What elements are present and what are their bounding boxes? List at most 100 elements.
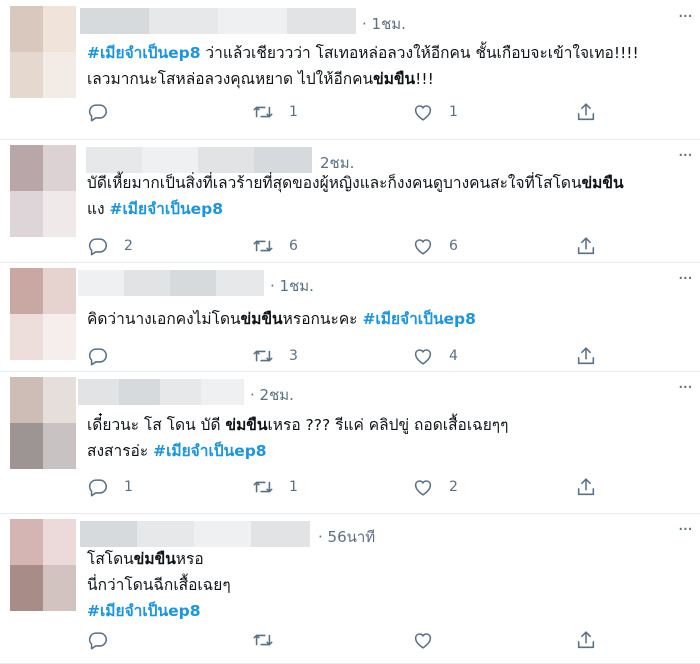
tweet-actions: 34	[87, 344, 597, 368]
username-redacted-block	[80, 521, 137, 547]
tweet-text-line: นี่กว่าโดนฉีกเสื้อเฉยๆ	[87, 572, 231, 598]
username-redacted-block	[149, 8, 218, 34]
retweet-button[interactable]: 1	[252, 100, 298, 124]
username-redacted-block	[160, 379, 201, 405]
username-redacted[interactable]	[78, 379, 244, 405]
tweet-text: คิดว่านางเอกคงไม่โดนข่มขืนหรอกนะคะ #เมีย…	[87, 306, 476, 332]
username-redacted[interactable]	[80, 8, 356, 34]
avatar[interactable]	[10, 145, 76, 237]
username-redacted[interactable]	[80, 521, 310, 547]
username-redacted[interactable]	[78, 270, 264, 296]
avatar-pixel	[43, 565, 76, 611]
tweet-text-line: เลวมากนะโสหล่อลวงคุณหยาด ไปให้อีกคนข่มขื…	[87, 66, 639, 92]
like-button[interactable]: 1	[412, 100, 458, 124]
retweet-icon	[252, 476, 274, 498]
hashtag-link[interactable]: #เมียจำเป็นep8	[87, 602, 201, 620]
reply-count: 2	[124, 238, 133, 254]
like-icon	[412, 629, 434, 651]
hashtag-link[interactable]: #เมียจำเป็นep8	[362, 310, 476, 328]
tweet[interactable]: 2ชม. ··· บัดีเหี้ยมากเป็นสิ่งที่เลวร้ายที่…	[0, 139, 700, 263]
reply-button[interactable]: 2	[87, 234, 133, 258]
avatar-pixel	[10, 423, 43, 469]
avatar[interactable]	[10, 377, 76, 469]
tweet-text: #เมียจำเป็นep8 ว่าแล้วเชียววว่า โสเทอหล่…	[87, 40, 639, 92]
more-options-icon[interactable]: ···	[678, 145, 693, 166]
tweet-actions	[87, 628, 597, 652]
retweet-icon	[252, 101, 274, 123]
more-options-icon[interactable]: ···	[678, 268, 693, 289]
avatar[interactable]	[10, 268, 76, 360]
avatar-pixel	[43, 314, 76, 360]
username-redacted-block	[218, 8, 287, 34]
retweet-button[interactable]: 3	[252, 344, 298, 368]
tweet-timestamp[interactable]: · 2ชม.	[250, 383, 294, 407]
avatar-pixel	[43, 6, 76, 52]
like-button[interactable]: 2	[412, 475, 458, 499]
share-icon	[575, 629, 597, 651]
like-count: 4	[449, 348, 458, 364]
highlighted-keyword: ข่มขืน	[373, 70, 416, 88]
reply-button[interactable]	[87, 100, 124, 124]
reply-button[interactable]	[87, 628, 124, 652]
text-segment: โสโดน	[87, 550, 134, 568]
text-segment: แง	[87, 200, 110, 218]
avatar-pixel	[10, 268, 43, 314]
avatar-pixel	[43, 52, 76, 98]
retweet-button[interactable]: 1	[252, 475, 298, 499]
tweet-timestamp[interactable]: · 1ชม.	[362, 12, 406, 36]
reply-button[interactable]	[87, 344, 124, 368]
share-button[interactable]	[575, 234, 597, 258]
tweet-text-line: โสโดนข่มขืนหรอ	[87, 546, 231, 572]
more-options-icon[interactable]: ···	[678, 377, 693, 398]
retweet-button[interactable]: 6	[252, 234, 298, 258]
share-button[interactable]	[575, 628, 597, 652]
share-button[interactable]	[575, 475, 597, 499]
tweet-timestamp[interactable]: · 56นาที	[318, 525, 375, 549]
tweet-text-line: บัดีเหี้ยมากเป็นสิ่งที่เลวร้ายที่สุดของผ…	[87, 170, 624, 196]
text-segment: เลวมากนะโสหล่อลวงคุณหยาด ไปให้อีกคน	[87, 70, 374, 88]
avatar-pixel	[43, 191, 76, 237]
highlighted-keyword: ข่มขืน	[581, 174, 624, 192]
tweet[interactable]: · 2ชม. ··· เดี๋ยวนะ โส โดน บัดี ข่มขืนเหรอ…	[0, 371, 700, 514]
highlighted-keyword: ข่มขืน	[240, 310, 283, 328]
tweet[interactable]: · 1ชม. ··· #เมียจำเป็นep8 ว่าแล้วเชียววว่า…	[0, 0, 700, 140]
hashtag-link[interactable]: #เมียจำเป็นep8	[110, 200, 224, 218]
username-redacted-block	[170, 270, 216, 296]
tweet-timestamp[interactable]: · 1ชม.	[270, 274, 314, 298]
text-segment: สงสารอ่ะ	[87, 442, 154, 460]
avatar[interactable]	[10, 519, 76, 611]
hashtag-link[interactable]: #เมียจำเป็นep8	[87, 44, 201, 62]
username-redacted-block	[251, 521, 310, 547]
retweet-count: 3	[289, 348, 298, 364]
like-button[interactable]: 6	[412, 234, 458, 258]
tweet[interactable]: · 56นาที ··· โสโดนข่มขืนหรอ นี่กว่าโดนฉีกเส…	[0, 513, 700, 664]
username-redacted-block	[78, 270, 124, 296]
avatar[interactable]	[10, 6, 76, 98]
avatar-pixel	[10, 565, 43, 611]
share-button[interactable]	[575, 344, 597, 368]
like-button[interactable]	[412, 628, 449, 652]
more-options-icon[interactable]: ···	[678, 519, 693, 540]
retweet-button[interactable]	[252, 628, 289, 652]
username-redacted-block	[194, 521, 251, 547]
like-count: 1	[449, 104, 458, 120]
reply-icon	[87, 476, 109, 498]
like-button[interactable]: 4	[412, 344, 458, 368]
tweet-actions: 2 6 6	[87, 234, 597, 258]
tweet-text-line: #เมียจำเป็นep8 ว่าแล้วเชียววว่า โสเทอหล่…	[87, 40, 639, 66]
reply-button[interactable]: 1	[87, 475, 133, 499]
like-count: 6	[449, 238, 458, 254]
tweet-text-line: สงสารอ่ะ #เมียจำเป็นep8	[87, 438, 508, 464]
share-button[interactable]	[575, 100, 597, 124]
like-icon	[412, 235, 434, 257]
username-redacted-block	[201, 379, 244, 405]
hashtag-link[interactable]: #เมียจำเป็นep8	[153, 442, 267, 460]
avatar-pixel	[10, 377, 43, 423]
tweet[interactable]: · 1ชม. ··· คิดว่านางเอกคงไม่โดนข่มขืนหรอกน…	[0, 262, 700, 372]
avatar-pixel	[10, 191, 43, 237]
avatar-pixel	[43, 377, 76, 423]
like-icon	[412, 476, 434, 498]
text-segment: หรอกนะคะ	[282, 310, 363, 328]
more-options-icon[interactable]: ···	[678, 6, 693, 27]
tweet-actions: 1 1 2	[87, 475, 597, 499]
